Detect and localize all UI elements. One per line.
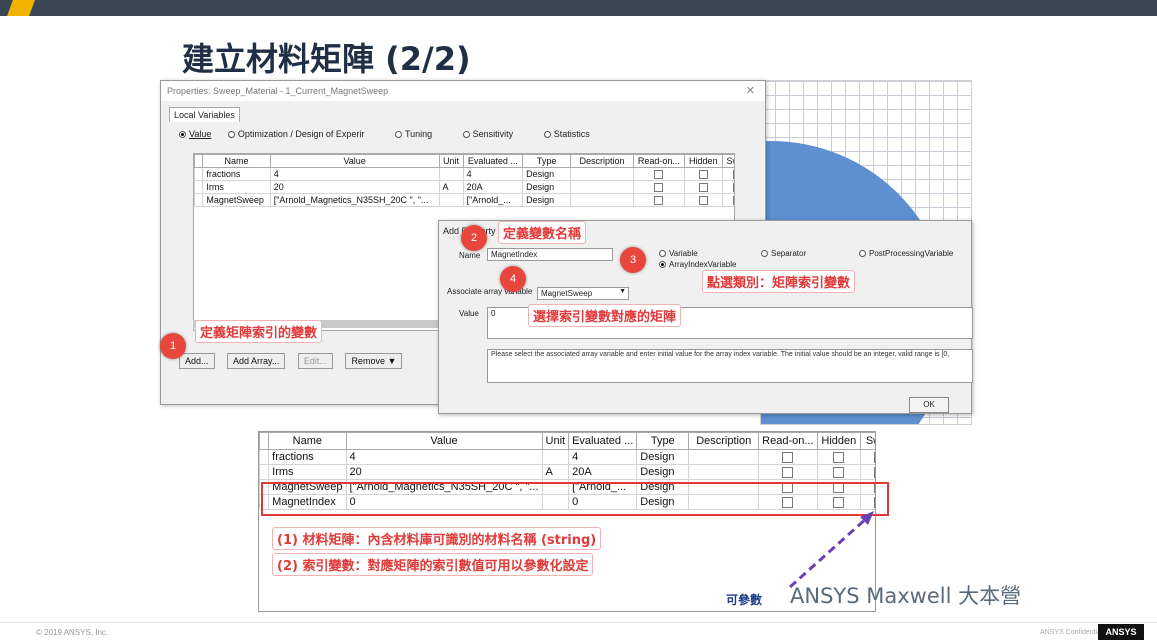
ansys-logo: ANSYS xyxy=(1098,624,1144,640)
step-3-badge: 3 xyxy=(620,247,646,273)
add-property-dialog[interactable]: Add Property Name MagnetIndex Variable S… xyxy=(438,220,973,414)
slide-title: 建立材料矩陣 (2/2) xyxy=(182,40,471,78)
step-4-badge: 4 xyxy=(500,266,526,292)
table-row[interactable]: fractions 4 4 Design xyxy=(194,166,734,182)
properties-title: Properties: Sweep_Material - 1_Current_M… xyxy=(167,86,389,96)
table-row[interactable]: Irms 20 A 20A Design xyxy=(194,180,734,195)
edit-button[interactable]: Edit... xyxy=(297,353,333,369)
hidden-checkbox[interactable] xyxy=(698,183,708,193)
step-4-label: 選擇索引變數對應的矩陣 xyxy=(528,304,682,327)
mode-radio-group[interactable]: Value Optimization / Design of Experir T… xyxy=(179,129,618,139)
close-icon[interactable]: ✕ xyxy=(746,84,755,97)
radio-arrayindex[interactable]: ArrayIndexVariable xyxy=(659,260,736,269)
readonly-checkbox[interactable] xyxy=(782,466,794,478)
step-3-label: 點選類別：矩陣索引變數 xyxy=(702,270,856,293)
sweep-checkbox[interactable] xyxy=(874,466,875,478)
sweep-checkbox[interactable] xyxy=(733,196,734,206)
add-button[interactable]: Add... xyxy=(179,353,215,369)
copyright: © 2019 ANSYS, Inc. xyxy=(36,628,109,637)
watermark: ANSYS Maxwell 大本營 xyxy=(790,584,1022,608)
radio-separator[interactable]: Separator xyxy=(761,249,806,258)
table-header: Name Value Unit Evaluated ... Type Descr… xyxy=(194,154,734,168)
step-1-label: 定義矩陣索引的變數 xyxy=(195,320,323,343)
chevron-down-icon: ▼ xyxy=(619,288,626,295)
confidential-label: ANSYS Confidential xyxy=(1040,629,1103,636)
table-row[interactable]: MagnetSweep ["Arnold_Magnetics_N35SH_20C … xyxy=(194,193,734,208)
name-label: Name xyxy=(459,251,481,260)
footer-divider xyxy=(0,622,1157,623)
sweep-checkbox[interactable] xyxy=(874,451,875,463)
value-label: Value xyxy=(459,309,479,318)
properties-titlebar: Properties: Sweep_Material - 1_Current_M… xyxy=(161,81,765,101)
tab-local-variables[interactable]: Local Variables xyxy=(169,107,240,122)
radio-statistics[interactable]: Statistics xyxy=(543,129,604,139)
param-label: 可參數 xyxy=(726,593,763,607)
table-row[interactable]: fractions 4 4 Design xyxy=(259,449,875,465)
readonly-checkbox[interactable] xyxy=(654,170,664,180)
radio-optimization[interactable]: Optimization / Design of Experir xyxy=(227,129,379,139)
radio-tuning[interactable]: Tuning xyxy=(394,129,446,139)
readonly-checkbox[interactable] xyxy=(782,451,794,463)
radio-sensitivity[interactable]: Sensitivity xyxy=(462,129,528,139)
button-row: Add... Add Array... Edit... Remove ▼ xyxy=(179,353,412,369)
help-text: Please select the associated array varia… xyxy=(487,349,973,383)
hidden-checkbox[interactable] xyxy=(833,451,845,463)
table-row[interactable]: Irms 20 A 20A Design xyxy=(259,464,875,480)
step-1-badge: 1 xyxy=(160,333,186,359)
associate-select[interactable]: MagnetSweep ▼ xyxy=(537,287,629,300)
readonly-checkbox[interactable] xyxy=(654,196,664,206)
note-index-variable: (2) 索引變數：對應矩陣的索引數值可用以參數化設定 xyxy=(272,553,594,576)
step-2-badge: 2 xyxy=(461,225,487,251)
radio-variable[interactable]: Variable xyxy=(659,249,698,258)
readonly-checkbox[interactable] xyxy=(654,183,664,193)
step-2-label: 定義變數名稱 xyxy=(498,221,587,244)
table-header: Name Value Unit Evaluated ... Type Descr… xyxy=(259,432,875,450)
add-array-button[interactable]: Add Array... xyxy=(227,353,286,369)
hidden-checkbox[interactable] xyxy=(698,196,708,206)
note-material-array: (1) 材料矩陣：內含材料庫可識別的材料名稱 (string) xyxy=(272,527,602,550)
radio-value[interactable]: Value xyxy=(179,129,211,139)
radio-postprocessing[interactable]: PostProcessingVariable xyxy=(859,249,953,258)
name-field[interactable]: MagnetIndex xyxy=(487,248,613,261)
sweep-checkbox[interactable] xyxy=(733,170,734,180)
remove-button[interactable]: Remove ▼ xyxy=(345,353,403,369)
hidden-checkbox[interactable] xyxy=(698,170,708,180)
hidden-checkbox[interactable] xyxy=(833,466,845,478)
ok-button[interactable]: OK xyxy=(909,397,949,413)
sweep-checkbox[interactable] xyxy=(733,183,734,193)
top-bar xyxy=(0,0,1157,16)
